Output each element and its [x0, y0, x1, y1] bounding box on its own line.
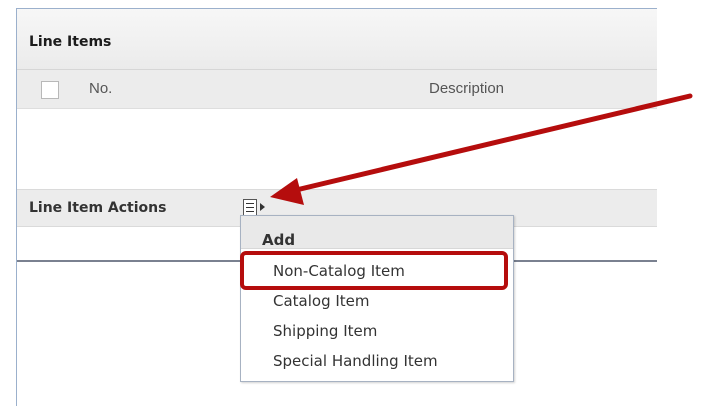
- list-lines-icon: [243, 199, 257, 216]
- menu-arrow-icon: [260, 203, 265, 211]
- menu-item-catalog[interactable]: Catalog Item: [273, 292, 370, 310]
- column-header-number[interactable]: No.: [89, 80, 112, 97]
- menu-item-non-catalog[interactable]: Non-Catalog Item: [273, 262, 405, 280]
- table-column-header: No. Description: [17, 70, 657, 109]
- empty-table-body: [17, 109, 657, 163]
- line-items-title: Line Items: [29, 34, 112, 50]
- dropdown-heading-label: Add: [262, 231, 296, 249]
- menu-item-special-handling[interactable]: Special Handling Item: [273, 352, 438, 370]
- line-item-actions-label: Line Item Actions: [29, 200, 167, 216]
- dropdown-heading: Add: [241, 216, 513, 249]
- add-dropdown-menu: Add Non-Catalog Item Catalog Item Shippi…: [240, 215, 514, 382]
- select-all-checkbox[interactable]: [41, 81, 59, 99]
- column-header-description[interactable]: Description: [429, 80, 504, 97]
- line-items-header: Line Items: [17, 9, 657, 70]
- menu-item-shipping[interactable]: Shipping Item: [273, 322, 377, 340]
